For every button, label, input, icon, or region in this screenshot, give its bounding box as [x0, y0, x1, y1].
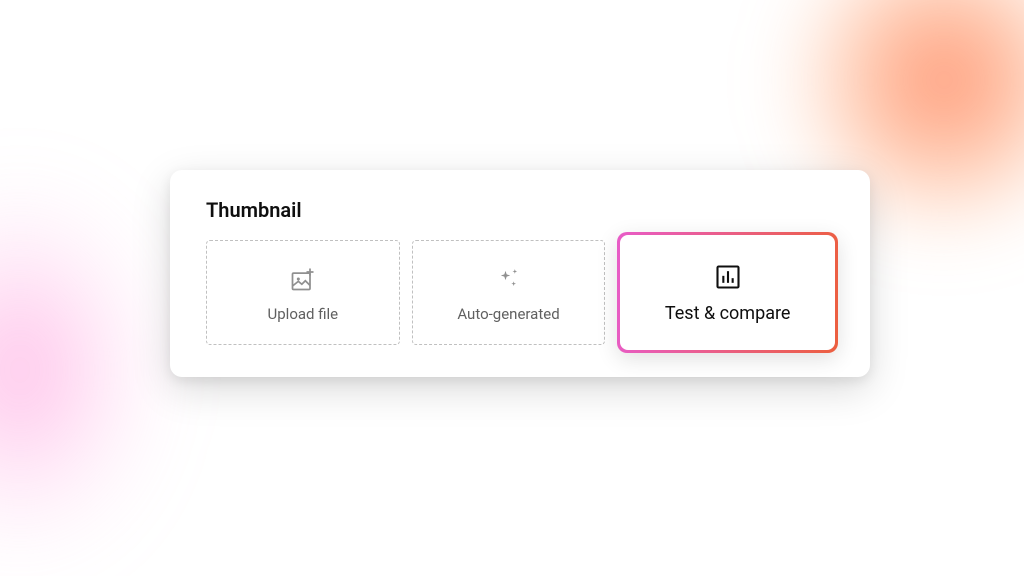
thumbnail-card: Thumbnail Upload file Auto — [170, 170, 870, 377]
card-title: Thumbnail — [206, 198, 838, 222]
sparkles-icon — [493, 263, 525, 295]
upload-file-option[interactable]: Upload file — [206, 240, 400, 345]
auto-generated-option[interactable]: Auto-generated — [412, 240, 606, 345]
options-row: Upload file Auto-generated — [206, 240, 838, 345]
auto-generated-label: Auto-generated — [457, 305, 559, 323]
bar-chart-icon — [712, 261, 744, 293]
background-blur-left — [0, 180, 160, 560]
upload-file-label: Upload file — [268, 305, 339, 323]
image-plus-icon — [287, 263, 319, 295]
test-compare-inner: Test & compare — [620, 235, 835, 350]
test-compare-label: Test & compare — [665, 303, 791, 324]
test-compare-option[interactable]: Test & compare — [617, 232, 838, 353]
